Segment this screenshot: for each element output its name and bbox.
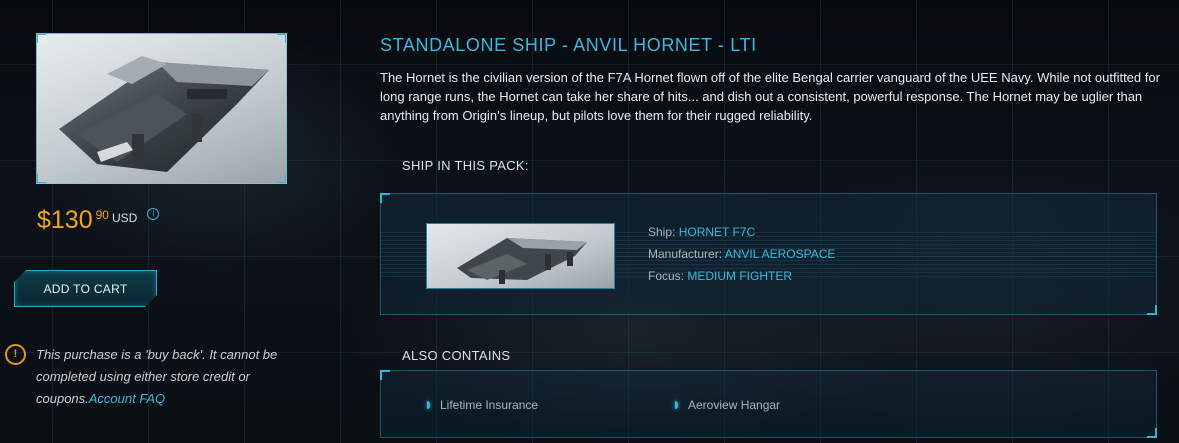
- ship-name-row: Ship: HORNET F7C: [648, 225, 755, 239]
- product-image: [36, 33, 287, 184]
- list-item-label: Aeroview Hangar: [688, 398, 781, 412]
- ship-thumbnail-icon: [457, 238, 587, 284]
- focus-value: MEDIUM FIGHTER: [687, 269, 793, 283]
- buy-back-notice: This purchase is a 'buy back'. It cannot…: [36, 344, 281, 410]
- list-item: Lifetime Insurance: [427, 398, 538, 412]
- price-amount: $130: [37, 206, 93, 234]
- bullet-icon: [675, 401, 678, 409]
- manufacturer-value: ANVIL AEROSPACE: [724, 247, 836, 261]
- bullet-icon: [427, 401, 430, 409]
- list-item: Aeroview Hangar: [675, 398, 780, 412]
- page-title: STANDALONE SHIP - ANVIL HORNET - LTI: [380, 35, 757, 55]
- ship-value: HORNET F7C: [678, 225, 756, 239]
- price: $130 90 USD i: [37, 206, 160, 234]
- manufacturer-row: Manufacturer: ANVIL AEROSPACE: [648, 247, 835, 261]
- info-icon[interactable]: i: [147, 208, 160, 220]
- account-faq-link[interactable]: Account FAQ: [89, 391, 165, 406]
- ship-label: Ship:: [648, 225, 676, 239]
- also-contains-card: Lifetime Insurance Aeroview Hangar: [380, 370, 1157, 438]
- ship-thumbnail[interactable]: [426, 223, 615, 289]
- add-to-cart-button[interactable]: ADD TO CART: [14, 270, 157, 307]
- ship-section-heading: SHIP IN THIS PACK:: [402, 158, 529, 173]
- manufacturer-label: Manufacturer:: [648, 247, 723, 261]
- ship-card: Ship: HORNET F7C Manufacturer: ANVIL AER…: [380, 193, 1157, 315]
- price-cents: 90: [95, 208, 109, 222]
- list-item-label: Lifetime Insurance: [440, 398, 539, 412]
- focus-row: Focus: MEDIUM FIGHTER: [648, 269, 792, 283]
- warning-icon: !: [5, 344, 26, 365]
- also-contains-heading: ALSO CONTAINS: [402, 348, 511, 363]
- ship-render-icon: [59, 56, 269, 172]
- product-description: The Hornet is the civilian version of th…: [380, 70, 1160, 123]
- focus-label: Focus:: [648, 269, 685, 283]
- price-currency: USD: [111, 211, 138, 225]
